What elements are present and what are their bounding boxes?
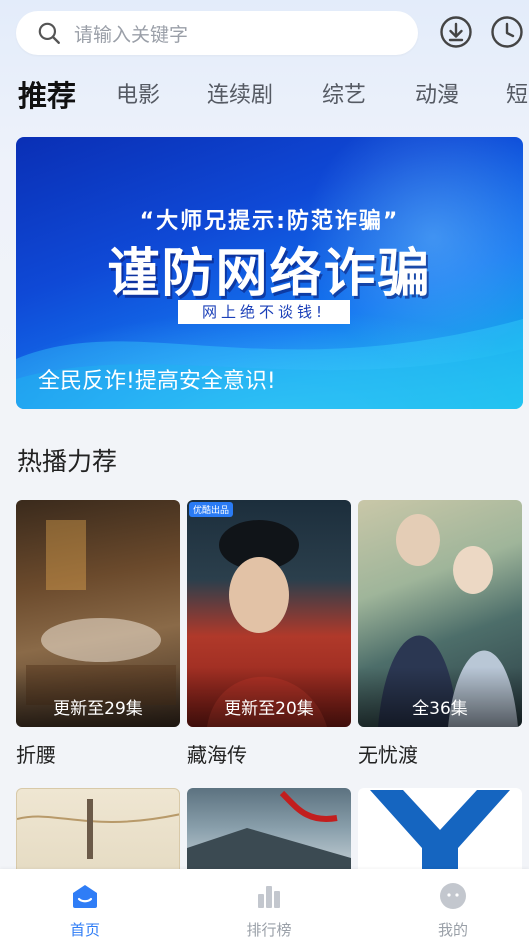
tab-variety[interactable]: 综艺 [322,74,366,118]
drama-card-partial[interactable] [187,788,351,870]
card-title[interactable]: 藏海传 [187,739,351,768]
search-bar[interactable]: 请输入关键字 [16,11,418,55]
nav-ranking[interactable]: 排行榜 [209,869,329,940]
poster-art [17,799,179,859]
brand-logo-icon [370,790,510,870]
studio-badge: 优酷出品 [189,502,234,517]
drama-card[interactable]: 优酷出品 更新至20集 藏海传 [187,500,351,768]
nav-profile[interactable]: 我的 [393,869,513,940]
ranking-icon [258,886,280,908]
episode-label: 全36集 [412,699,468,719]
drama-card[interactable]: 更新至29集 折腰 [16,500,180,768]
search-input[interactable]: 请输入关键字 [74,20,188,47]
download-icon[interactable] [439,15,473,49]
banner-headline: 谨防网络诈骗 [107,244,432,304]
nav-home[interactable]: 首页 [25,869,145,940]
section-title: 热播力荐 [17,447,118,476]
nav-label: 我的 [437,921,468,939]
history-clock-icon[interactable] [490,15,524,49]
tab-anime[interactable]: 动漫 [415,74,459,118]
poster-art [187,790,351,870]
poster-image[interactable]: 优酷出品 更新至20集 [187,500,351,727]
nav-label: 排行榜 [246,921,292,939]
tab-short[interactable]: 短 [506,74,528,118]
tab-recommend[interactable]: 推荐 [18,74,76,118]
search-icon [38,22,60,44]
card-title[interactable]: 折腰 [16,739,180,768]
promo-banner[interactable]: “大师兄提示:防范诈骗” 谨防网络诈骗 网上绝不谈钱! 全民反诈!提高安全意识! [16,137,523,409]
tab-movies[interactable]: 电影 [116,74,160,118]
drama-card-partial[interactable] [16,788,180,870]
tab-series[interactable]: 连续剧 [207,74,273,118]
episode-label: 更新至20集 [224,699,314,719]
episode-label: 更新至29集 [53,699,143,719]
drama-card-partial[interactable] [358,788,522,870]
banner-caption: 全民反诈!提高安全意识! [38,369,276,394]
poster-image[interactable]: 更新至29集 [16,500,180,727]
banner-boxed-text: 网上绝不谈钱! [178,300,350,324]
profile-icon [440,883,466,909]
drama-card[interactable]: 全36集 无忧渡 [358,500,522,768]
card-title[interactable]: 无忧渡 [358,739,522,768]
poster-image[interactable]: 全36集 [358,500,522,727]
nav-label: 首页 [69,921,100,939]
home-icon [73,885,97,908]
category-tabs: 推荐 电影 连续剧 综艺 动漫 短 [18,74,529,118]
bottom-navigation: 首页 排行榜 我的 [0,869,529,940]
